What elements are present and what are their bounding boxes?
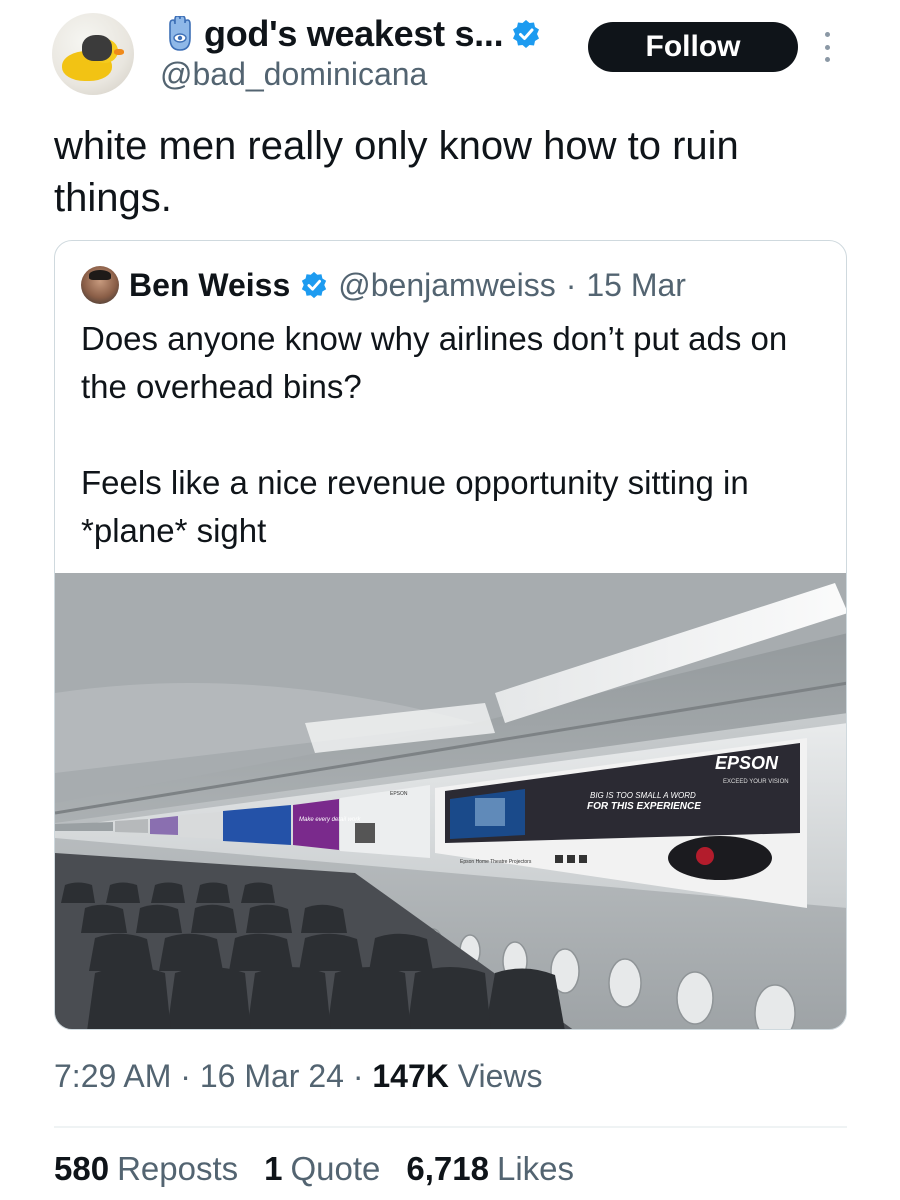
meta-separator: · [180,1058,191,1094]
author-handle[interactable]: @bad_dominicana [160,56,427,93]
tweet-header: god's weakest s... @bad_dominicana Follo… [0,0,900,110]
quoted-paragraph: Feels like a nice revenue opportunity si… [81,464,749,549]
author-avatar[interactable] [52,13,134,95]
reposts-label: Reposts [117,1150,239,1187]
ad-product-caption: Epson Home Theatre Projectors [460,859,532,865]
likes-count: 6,718 [406,1150,489,1187]
more-options-icon[interactable] [820,32,834,62]
ad-headline-1: BIG IS TOO SMALL A WORD [590,791,696,800]
reposts-stat[interactable]: 580 Reposts [54,1150,238,1188]
views-label: Views [457,1058,543,1094]
tweet-meta: 7:29 AM · 16 Mar 24 · 147K Views [54,1058,543,1095]
hamsa-icon [164,15,196,52]
quoted-tweet-image[interactable]: EPSON EXCEED YOUR VISION BIG IS TOO SMAL… [55,573,846,1029]
quoted-author-name[interactable]: Ben Weiss [129,267,290,304]
quoted-date[interactable]: 15 Mar [586,267,686,304]
quoted-verified-badge-icon [300,271,328,299]
quoted-paragraph: Does anyone know why airlines don’t put … [81,320,788,405]
epson-tagline-text: EXCEED YOUR VISION [723,779,789,785]
tweet-time[interactable]: 7:29 AM [54,1058,171,1094]
quoted-tweet-header: Ben Weiss @benjamweiss · 15 Mar [81,265,686,305]
quoted-tweet-card[interactable]: Ben Weiss @benjamweiss · 15 Mar Does any… [54,240,847,1030]
follow-button[interactable]: Follow [588,22,798,72]
quotes-count: 1 [264,1150,283,1187]
tweet-date[interactable]: 16 Mar 24 [200,1058,344,1094]
views-count: 147K [372,1058,449,1094]
quotes-stat[interactable]: 1 Quote [264,1150,380,1188]
likes-label: Likes [496,1150,575,1187]
author-display-name[interactable]: god's weakest s... [204,13,504,55]
quoted-author-avatar[interactable] [81,266,119,304]
small-ad-text: Make every detail work [299,817,361,823]
verified-badge-icon [511,19,541,49]
quoted-author-handle[interactable]: @benjamweiss [338,267,555,304]
tweet-text: white men really only know how to ruin t… [54,124,739,220]
small-ad-brand: EPSON [390,791,408,797]
divider [54,1126,847,1128]
likes-stat[interactable]: 6,718 Likes [406,1150,574,1188]
author-name-row[interactable]: god's weakest s... [164,12,541,56]
epson-logo-text: EPSON [715,753,779,773]
quoted-tweet-text: Does anyone know why airlines don’t put … [81,315,826,555]
ad-headline-2: FOR THIS EXPERIENCE [587,801,701,812]
reposts-count: 580 [54,1150,110,1187]
meta-separator: · [352,1058,364,1094]
engagement-stats: 580 Reposts 1 Quote 6,718 Likes [54,1150,574,1188]
quoted-separator: · [565,266,577,303]
quotes-label: Quote [290,1150,381,1187]
